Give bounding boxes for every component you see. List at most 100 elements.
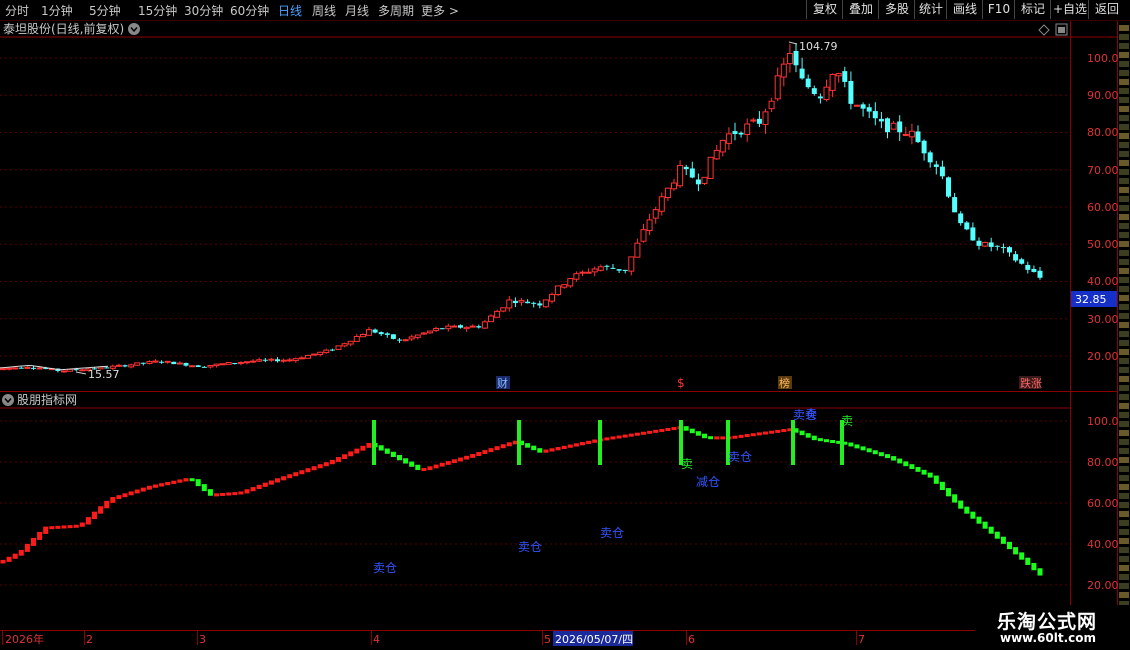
current-price-tag: 32.85	[1071, 291, 1117, 307]
candle-body	[622, 269, 628, 271]
candle-body	[805, 78, 811, 88]
signal-label: 卖仓	[728, 450, 752, 464]
indicator-bar	[872, 450, 878, 455]
indicator-bar	[1037, 568, 1043, 576]
indicator-bar	[360, 445, 366, 451]
diamond-icon[interactable]	[1038, 24, 1050, 36]
indicator-bar	[1000, 536, 1006, 544]
candle-body	[658, 196, 665, 212]
price-axis-label: 80.00	[1087, 126, 1119, 139]
title-dropdown-icon[interactable]	[128, 23, 140, 35]
indicator-bar	[293, 472, 299, 477]
candle-body	[738, 132, 744, 135]
indicator-bar	[500, 444, 506, 449]
candle-body	[12, 367, 19, 370]
ranking-event-marker[interactable]: 榜	[778, 376, 792, 390]
indicator-bar	[1025, 557, 1031, 565]
indicator-bar	[854, 444, 860, 449]
candle-body	[988, 242, 994, 247]
candle-body	[159, 361, 165, 363]
indicator-bar	[878, 452, 884, 457]
candle-body	[872, 111, 878, 119]
indicator-bar	[214, 493, 219, 497]
candle-body	[695, 179, 701, 185]
price-axis-label: 40.00	[1087, 275, 1119, 288]
candle-body	[201, 366, 207, 368]
indicator-bar	[616, 435, 622, 439]
candle-body	[994, 245, 1000, 247]
candle-body	[171, 361, 177, 365]
candle-body	[921, 140, 927, 154]
svg-text:$: $	[677, 376, 685, 390]
candle-body	[6, 367, 13, 370]
indicator-bar	[378, 445, 384, 451]
candle-body	[902, 133, 909, 136]
limit-event-marker[interactable]: 跌涨	[1019, 376, 1042, 390]
candle-body	[774, 75, 781, 100]
candle-body	[207, 365, 214, 368]
candle-body	[384, 333, 390, 335]
candle-body	[1031, 268, 1037, 272]
date-label: 5	[544, 633, 551, 646]
candle-body	[646, 219, 653, 232]
svg-text:跌涨: 跌涨	[1020, 376, 1042, 390]
candle-body	[952, 197, 958, 213]
indicator-bar	[458, 457, 463, 462]
indicator-bar	[939, 481, 945, 491]
indicator-bar	[903, 461, 909, 467]
candle-body	[610, 267, 616, 269]
indicator-bar	[146, 485, 152, 490]
candle-body	[652, 209, 659, 219]
indicator-bar	[31, 537, 36, 546]
candle-body	[958, 213, 964, 224]
candle-body	[683, 166, 689, 170]
indicator-bar	[781, 429, 787, 433]
indicator-bar	[750, 433, 756, 437]
stock-chart[interactable]: 泰坦股份(日线,前复权) 100.0 90.00 80.00 70.00 60.…	[0, 0, 1130, 650]
candle-body	[750, 119, 757, 122]
svg-text:财: 财	[497, 376, 508, 390]
indicator-bar	[470, 453, 476, 458]
indicator-bar	[860, 446, 866, 451]
candle-body	[1037, 270, 1043, 278]
panel-window-icon[interactable]	[1055, 23, 1068, 36]
right-scroll-sidebar[interactable]	[1118, 21, 1130, 631]
indicator-bar	[226, 492, 232, 496]
indicator-bar	[159, 483, 165, 487]
candle-body	[323, 349, 330, 354]
indicator-bar	[555, 447, 561, 451]
candle-body	[152, 360, 159, 363]
candle-body	[616, 269, 622, 271]
dividend-event-marker[interactable]: $	[677, 376, 685, 390]
indicator-bar	[220, 492, 226, 496]
indicator-bar	[238, 491, 244, 495]
candle-body	[689, 168, 695, 178]
candle-body	[762, 111, 769, 126]
indicator-bar	[366, 443, 372, 448]
candle-body	[1007, 247, 1012, 253]
indicator-bar	[195, 479, 201, 487]
candle-body	[189, 365, 196, 368]
indicator-bar	[427, 466, 433, 471]
candle-body	[366, 329, 372, 336]
candle-body	[341, 343, 348, 347]
finance-event-marker[interactable]: 财	[496, 376, 510, 390]
indicator-bar	[421, 468, 427, 472]
indicator-bar	[384, 448, 390, 454]
indicator-bar	[897, 458, 903, 464]
candle-body	[671, 182, 677, 190]
candle-body	[591, 268, 598, 273]
candle-body	[469, 325, 476, 328]
signal-label: 卖	[805, 407, 817, 421]
svg-text:15.57: 15.57	[88, 368, 120, 381]
candle-body	[701, 176, 708, 184]
signal-label: 卖仓	[600, 526, 624, 540]
indicator-dropdown-icon[interactable]	[2, 394, 14, 406]
indicator-bar	[354, 448, 360, 454]
indicator-bar	[110, 497, 116, 503]
candle-body	[73, 369, 79, 371]
indicator-bar	[439, 462, 445, 467]
indicator-bar	[683, 426, 689, 431]
indicator-bar	[140, 487, 146, 492]
indicator-axis-label: 40.00	[1087, 538, 1119, 551]
